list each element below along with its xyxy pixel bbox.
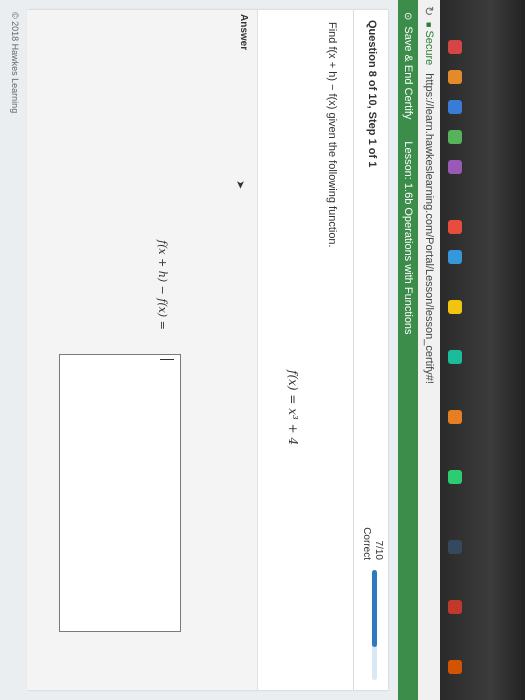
progress-fill [372,570,377,647]
url-text[interactable]: https://learn.hawkeslearning.com/Portal/… [423,73,435,384]
score-display: 7/10 Correct [360,520,384,560]
dock-app-icon[interactable] [448,300,462,314]
dock-app-icon[interactable] [448,350,462,364]
dock-app-icon[interactable] [448,250,462,264]
dock-app-icon[interactable] [448,600,462,614]
browser-window: ↻ ■ Secure https://learn.hawkeslearning.… [0,0,440,700]
answer-label: Answer [238,14,249,51]
answer-input[interactable] [59,354,181,632]
dock-app-icon[interactable] [448,540,462,554]
save-end-certify-button[interactable]: Save & End Certify [402,26,414,119]
dock-app-icon[interactable] [448,220,462,234]
mouse-cursor-icon: ➤ [234,180,246,190]
answer-expression: f(x + h) − f(x) = [156,240,169,330]
question-card: Question 8 of 10, Step 1 of 1 7/10 Corre… [27,10,388,690]
reload-icon[interactable]: ↻ [422,0,436,22]
copyright-footer: © 2018 Hawkes Learning [10,12,20,114]
secure-label: Secure [423,30,435,66]
dock-app-icon[interactable] [448,660,462,674]
desktop-dock [440,0,525,700]
progress-bar [372,570,377,680]
lock-icon: ■ [424,22,434,28]
dock-app-icon[interactable] [448,70,462,84]
dock-app-icon[interactable] [448,470,462,484]
score-status: Correct [361,527,372,560]
dock-app-icon[interactable] [448,100,462,114]
question-header: Question 8 of 10, Step 1 of 1 7/10 Corre… [353,10,388,690]
address-bar[interactable]: ↻ ■ Secure https://learn.hawkeslearning.… [417,0,440,700]
top-nav: ⊙ Save & End Certify Lesson: 1.6b Operat… [398,0,418,700]
question-prompt: Find f(x + h) − f(x) given the following… [326,22,338,248]
dock-app-icon[interactable] [448,40,462,54]
dock-app-icon[interactable] [448,130,462,144]
answer-section: Answer ➤ f(x + h) − f(x) = [27,10,258,690]
function-definition: f(x) = x³ + 4 [286,370,300,446]
text-caret [160,359,174,360]
dock-app-icon[interactable] [448,160,462,174]
question-title: Question 8 of 10, Step 1 of 1 [366,20,378,168]
score-fraction: 7/10 [373,540,384,560]
dock-app-icon[interactable] [448,410,462,424]
page-body: Question 8 of 10, Step 1 of 1 7/10 Corre… [0,0,398,700]
exit-icon[interactable]: ⊙ [403,12,414,20]
lesson-title: Lesson: 1.6b Operations with Functions [402,141,414,335]
